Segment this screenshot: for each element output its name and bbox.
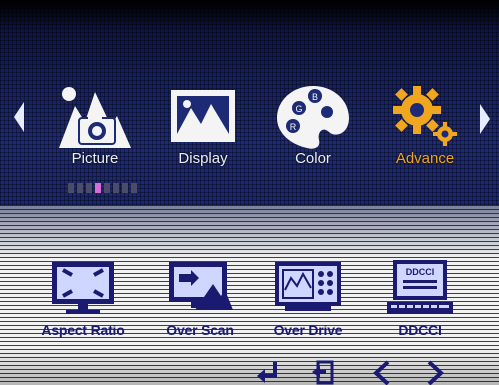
aspect-ratio-icon xyxy=(52,262,114,314)
exit-icon[interactable] xyxy=(310,360,336,385)
tab-picture[interactable]: Picture xyxy=(50,82,140,182)
left-arrow-icon[interactable] xyxy=(370,360,392,385)
enter-icon[interactable] xyxy=(255,360,281,385)
nav-left-arrow-icon[interactable] xyxy=(12,100,26,134)
submenu-label-over-scan: Over Scan xyxy=(166,322,234,338)
submenu-item-aspect-ratio[interactable]: Aspect Ratio xyxy=(28,260,138,338)
svg-text:G: G xyxy=(295,104,302,114)
picture-icon xyxy=(59,87,131,148)
page-dot xyxy=(122,183,128,193)
control-hints xyxy=(255,360,499,385)
nav-right-arrow-icon[interactable] xyxy=(478,102,492,136)
page-indicator xyxy=(68,183,137,193)
page-dot xyxy=(113,183,119,193)
color-palette-icon: B G R xyxy=(277,86,349,149)
tab-color-label: Color xyxy=(295,150,331,167)
tab-color[interactable]: B G R Color xyxy=(268,82,358,182)
tab-advance[interactable]: Advance xyxy=(380,82,470,182)
osd-screen: Picture Display B G R Color Advance Aspe… xyxy=(0,0,499,385)
page-dot xyxy=(77,183,83,193)
submenu-item-over-scan[interactable]: Over Scan xyxy=(145,260,255,338)
page-dot xyxy=(131,183,137,193)
gear-icon xyxy=(393,86,457,146)
svg-text:B: B xyxy=(312,92,318,102)
tab-advance-label: Advance xyxy=(395,150,455,167)
page-dot xyxy=(86,183,92,193)
tab-display-label: Display xyxy=(178,150,228,167)
tab-display[interactable]: Display xyxy=(158,82,248,182)
svg-text:R: R xyxy=(290,122,297,132)
submenu-item-over-drive[interactable]: Over Drive xyxy=(253,260,363,338)
tab-picture-label: Picture xyxy=(71,150,119,167)
ddcci-icon-text: DDCCI xyxy=(406,267,435,277)
page-dot xyxy=(68,183,74,193)
display-icon xyxy=(171,90,235,142)
submenu-item-ddcci[interactable]: DDCCI DDCCI xyxy=(365,260,475,338)
submenu-label-aspect-ratio: Aspect Ratio xyxy=(41,322,125,338)
submenu-label-ddcci: DDCCI xyxy=(398,322,442,338)
page-dot xyxy=(104,183,110,193)
submenu-label-over-drive: Over Drive xyxy=(273,322,343,338)
over-scan-icon xyxy=(169,262,233,310)
page-dot-active xyxy=(95,183,101,193)
ddcci-icon: DDCCI xyxy=(387,260,453,314)
right-arrow-icon[interactable] xyxy=(425,360,447,385)
over-drive-icon xyxy=(275,262,341,311)
